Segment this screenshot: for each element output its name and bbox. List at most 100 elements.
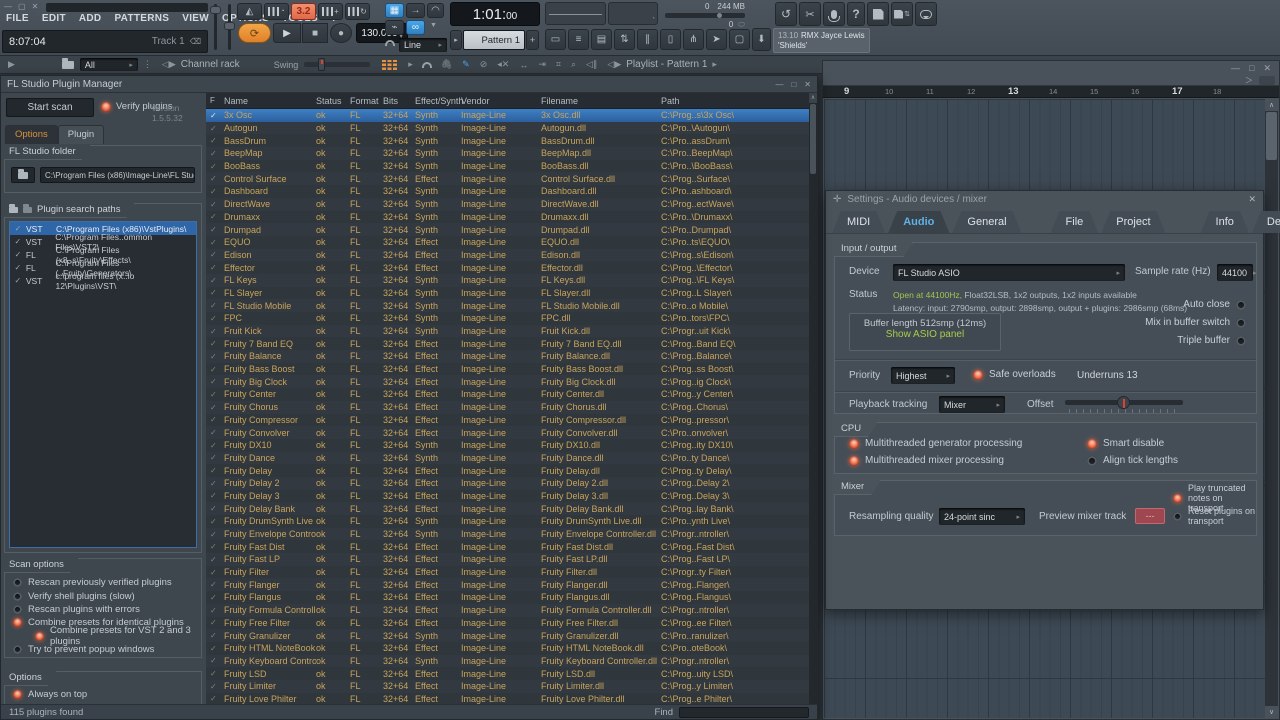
plugin-row[interactable]: ✓ Effector ok FL 32+64 Effect Image-Line… <box>206 261 809 274</box>
offset-slider[interactable] <box>1065 396 1183 410</box>
loop-recording-button[interactable]: ↻ <box>345 3 370 20</box>
brush-icon[interactable]: ✎ <box>462 59 470 70</box>
touch-controller-icon[interactable]: ➤ <box>706 29 727 50</box>
select-icon[interactable]: ⌗ <box>556 59 561 70</box>
mixer-option[interactable]: Reset plugins on transport <box>1173 509 1256 523</box>
resampling-dropdown[interactable]: 24-point sinc▸ <box>939 508 1025 525</box>
master-pitch-slider[interactable] <box>214 4 217 50</box>
plugin-row[interactable]: ✓ Fruity DX10 ok FL 32+64 Synth Image-Li… <box>206 439 809 452</box>
cpu-panel[interactable]: ◔ <box>608 2 658 25</box>
plugin-row[interactable]: ✓ Fruity Envelope Controller ok FL 32+64… <box>206 528 809 541</box>
plugin-row[interactable]: ✓ FPC ok FL 32+64 Synth Image-Line FPC.d… <box>206 312 809 325</box>
step-grid-icon[interactable] <box>382 60 397 70</box>
plugin-row[interactable]: ✓ Fruity Love Philter ok FL 32+64 Effect… <box>206 693 809 704</box>
plugin-row[interactable]: ✓ FL Studio Mobile ok FL 32+64 Synth Ima… <box>206 299 809 312</box>
cpu-option[interactable]: Align tick lengths <box>1087 454 1248 467</box>
drag-dots-icon[interactable]: ⋮ <box>143 59 152 70</box>
safe-overloads-option[interactable]: Safe overloads <box>973 369 1056 380</box>
plugin-row[interactable]: ✓ Fruity Filter ok FL 32+64 Effect Image… <box>206 566 809 579</box>
close-icon[interactable]: ✕ <box>1263 63 1271 74</box>
sidebar-tab[interactable]: Plugin <box>58 125 104 144</box>
settings-tab[interactable]: Audio <box>888 211 949 233</box>
scroll-handle[interactable] <box>1266 112 1277 160</box>
settings-tab[interactable]: General <box>952 211 1021 233</box>
plugin-row[interactable]: ✓ Fruity Convolver ok FL 32+64 Effect Im… <box>206 426 809 439</box>
next-arrow-icon[interactable]: ＞ <box>1245 75 1253 86</box>
pattern-add-button[interactable]: + <box>526 30 539 50</box>
menu-item[interactable]: VIEW <box>182 13 209 24</box>
close-icon[interactable]: ✕ <box>32 2 39 11</box>
radio-led[interactable] <box>1236 300 1246 310</box>
h-arrows-icon[interactable]: ↔ <box>519 60 528 70</box>
scroll-up-icon[interactable]: ∧ <box>1265 99 1278 111</box>
pattern-song-toggle[interactable]: ⟳ <box>238 23 271 43</box>
settings-titlebar[interactable]: ✛ Settings - Audio devices / mixer ✕ <box>826 191 1263 207</box>
plugin-row[interactable]: ✓ Fruity Formula Controller ok FL 32+64 … <box>206 604 809 617</box>
countdown-display[interactable]: 3.2 <box>291 3 316 20</box>
oscilloscope-panel[interactable] <box>545 2 606 25</box>
menu-item[interactable]: ADD <box>79 13 102 24</box>
snap-selector[interactable]: Line▸ <box>399 38 447 52</box>
scan-option[interactable]: Rescan plugins with errors <box>13 603 197 616</box>
settings-tab[interactable]: Info <box>1201 211 1249 233</box>
plugin-row[interactable]: ✓ Fruity Dance ok FL 32+64 Synth Image-L… <box>206 452 809 465</box>
plugin-row[interactable]: ✓ Fruity Bass Boost ok FL 32+64 Effect I… <box>206 363 809 376</box>
chevron-down-icon[interactable]: ▼ <box>430 22 437 29</box>
typing-to-piano-icon[interactable]: ▦ <box>385 3 404 18</box>
slash-icon[interactable]: ⊘ <box>480 59 488 70</box>
playback-tracking-dropdown[interactable]: Mixer▸ <box>939 396 1005 413</box>
plugin-row[interactable]: ✓ Fruity LSD ok FL 32+64 Effect Image-Li… <box>206 667 809 680</box>
plugin-row[interactable]: ✓ Fruity Big Clock ok FL 32+64 Effect Im… <box>206 375 809 388</box>
maximize-icon[interactable]: □ <box>791 80 796 89</box>
piano-roll-view-icon[interactable]: ▤ <box>591 29 612 50</box>
mic-icon[interactable] <box>823 2 845 26</box>
playlist-timeline[interactable]: 9101112131415161718 <box>823 86 1279 98</box>
sidebar-tab[interactable]: Options <box>5 125 58 144</box>
zoom-icon[interactable]: ⌕ <box>571 59 576 70</box>
find-input[interactable] <box>679 707 809 718</box>
settings-tab[interactable]: File <box>1051 211 1099 233</box>
save-icon[interactable] <box>867 2 889 26</box>
start-scan-button[interactable]: Start scan <box>6 98 94 117</box>
play-button[interactable]: ▶ <box>273 23 301 43</box>
pattern-selector[interactable]: Pattern 1 <box>463 30 525 50</box>
fl-folder-path[interactable]: C:\Program Files (x86)\Image-Line\FL Stu… <box>40 167 195 183</box>
plugin-row[interactable]: ✓ Fruity Flangus ok FL 32+64 Effect Imag… <box>206 591 809 604</box>
settings-tab[interactable]: Project <box>1101 211 1165 233</box>
stop-button[interactable]: ■ <box>302 23 328 43</box>
device-dropdown[interactable]: FL Studio ASIO▸ <box>893 264 1125 281</box>
table-scrollbar[interactable]: ∧ <box>809 93 817 704</box>
project-files-icon[interactable]: ▯ <box>660 29 681 50</box>
plugin-row[interactable]: ✓ Fruity Keyboard Controller ok FL 32+64… <box>206 655 809 668</box>
save-version-icon[interactable]: ⇅ <box>891 2 913 26</box>
master-volume-slider[interactable] <box>228 4 231 50</box>
triple-buffer-option[interactable]: Triple buffer <box>1177 335 1246 346</box>
cut-tool-icon[interactable]: ✂ <box>799 2 821 26</box>
mixer-view-icon[interactable]: ⇅ <box>614 29 635 50</box>
plugin-row[interactable]: ✓ Fruity Balance ok FL 32+64 Effect Imag… <box>206 350 809 363</box>
plugin-row[interactable]: ✓ Fruity Flanger ok FL 32+64 Effect Imag… <box>206 578 809 591</box>
cpu-option[interactable]: Multithreaded generator processing <box>849 437 1087 450</box>
expand-arrow-icon[interactable]: ▶ <box>8 59 15 70</box>
step-arrow-icon[interactable]: → <box>406 3 425 18</box>
plugin-manager-titlebar[interactable]: FL Studio Plugin Manager — □ ✕ <box>1 76 817 93</box>
plugin-row[interactable]: ✓ FL Keys ok FL 32+64 Synth Image-Line F… <box>206 274 809 287</box>
cpu-option[interactable]: Multithreaded mixer processing <box>849 454 1087 467</box>
plugin-row[interactable]: ✓ EQUO ok FL 32+64 Effect Image-Line EQU… <box>206 236 809 249</box>
channel-rack-view-icon[interactable]: ≡ <box>568 29 589 50</box>
plugin-row[interactable]: ✓ Fruity Center ok FL 32+64 Effect Image… <box>206 388 809 401</box>
sample-rate-dropdown[interactable]: 44100▸ <box>1217 264 1253 281</box>
plugin-picker-icon[interactable]: ⋔ <box>683 29 704 50</box>
midi-jack-icon[interactable]: ⌁ <box>385 20 404 35</box>
remove-folder-icon[interactable] <box>23 207 32 213</box>
plugin-row[interactable]: ✓ Fruity Delay ok FL 32+64 Effect Image-… <box>206 464 809 477</box>
scroll-handle[interactable] <box>810 104 816 174</box>
cpu-option[interactable]: Smart disable <box>1087 437 1248 450</box>
swing-slider[interactable] <box>304 62 370 67</box>
plugin-row[interactable]: ✓ Edison ok FL 32+64 Effect Image-Line E… <box>206 249 809 262</box>
plugin-row[interactable]: ✓ 3x Osc ok FL 32+64 Synth Image-Line 3x… <box>206 109 809 122</box>
browser-filter-dropdown[interactable]: All▸ <box>80 58 138 71</box>
pattern-prev-button[interactable]: ▸ <box>450 30 462 50</box>
preview-track-selector[interactable]: --- <box>1135 508 1165 524</box>
slide-icon[interactable]: ⇥ <box>538 59 546 70</box>
